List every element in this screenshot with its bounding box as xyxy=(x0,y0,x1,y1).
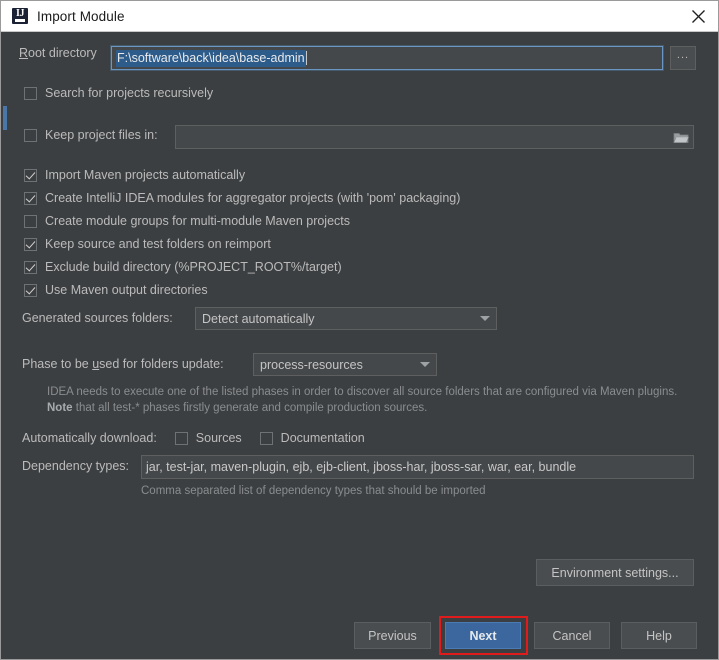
create-idea-modules-for-aggregator-projects-checkbox[interactable] xyxy=(24,191,37,205)
next-button[interactable]: Next xyxy=(445,622,521,649)
generated-sources-row: Generated sources folders: xyxy=(22,311,173,325)
close-glyph xyxy=(691,9,705,23)
generated-sources-combobox[interactable]: Detect automatically xyxy=(195,307,497,330)
automatically-download-row: Automatically download: Sources Document… xyxy=(22,431,365,445)
chevron-down-icon xyxy=(480,316,490,321)
exclude-build-directory-label: Exclude build directory (%PROJECT_ROOT%/… xyxy=(45,260,342,274)
option-row-2[interactable]: Create module groups for multi-module Ma… xyxy=(24,214,350,228)
dependency-types-label: Dependency types: xyxy=(22,459,130,473)
download-sources-checkbox[interactable] xyxy=(174,431,188,445)
root-directory-value: F:\software\back\idea\base-admin xyxy=(116,49,306,67)
dependency-types-input[interactable]: jar, test-jar, maven-plugin, ejb, ejb-cl… xyxy=(141,455,694,479)
search-recursively-row[interactable]: Search for projects recursively xyxy=(24,86,213,100)
next-button-label: Next xyxy=(469,628,497,643)
import-maven-projects-automatically-label: Import Maven projects automatically xyxy=(45,168,246,182)
exclude-build-directory-checkbox[interactable] xyxy=(24,260,37,274)
dialog-titlebar: IJ Import Module xyxy=(1,1,718,32)
phase-combobox[interactable]: process-resources xyxy=(253,353,437,376)
phase-hint-note-bold: Note xyxy=(47,402,73,414)
dependency-types-value: jar, test-jar, maven-plugin, ejb, ejb-cl… xyxy=(146,460,577,474)
create-module-groups-checkbox[interactable] xyxy=(24,214,37,228)
phase-value: process-resources xyxy=(260,357,363,372)
generated-sources-value: Detect automatically xyxy=(202,311,315,326)
search-recursively-label: Search for projects recursively xyxy=(45,86,214,100)
chevron-down-icon xyxy=(420,362,430,367)
dependency-types-hint: Comma separated list of dependency types… xyxy=(141,485,486,497)
download-documentation-label: Documentation xyxy=(280,431,365,445)
import-module-dialog: IJ Import Module Root directory F:\softw… xyxy=(0,0,719,660)
phase-row: Phase to be used for folders update: xyxy=(22,357,224,371)
option-row-0[interactable]: Import Maven projects automatically xyxy=(24,168,245,182)
dialog-body: Root directory F:\software\back\idea\bas… xyxy=(1,32,718,659)
phase-hint-text: IDEA needs to execute one of the listed … xyxy=(47,384,707,416)
dependency-types-row: Dependency types: xyxy=(22,459,129,473)
search-recursively-checkbox[interactable] xyxy=(24,86,37,100)
close-icon[interactable] xyxy=(676,1,718,31)
keep-project-files-input[interactable] xyxy=(175,125,694,149)
phase-hint-line1: IDEA needs to execute one of the listed … xyxy=(47,386,678,398)
create-module-groups-label: Create module groups for multi-module Ma… xyxy=(45,214,351,228)
ellipsis-icon: ... xyxy=(676,49,690,61)
keep-project-files-label: Keep project files in: xyxy=(45,128,158,142)
root-directory-label: Root directory xyxy=(19,46,97,60)
option-row-3[interactable]: Keep source and test folders on reimport xyxy=(24,237,271,251)
previous-button-label: Previous xyxy=(368,628,417,643)
automatically-download-label: Automatically download: xyxy=(22,431,157,445)
environment-settings-label: Environment settings... xyxy=(551,565,679,580)
option-row-1[interactable]: Create IntelliJ IDEA modules for aggrega… xyxy=(24,191,460,205)
phase-hint-line2: that all test-* phases firstly generate … xyxy=(72,402,428,414)
folder-glyph xyxy=(673,132,690,143)
download-documentation-checkbox[interactable] xyxy=(259,431,273,445)
intellij-idea-icon: IJ xyxy=(12,8,28,24)
generated-sources-label: Generated sources folders: xyxy=(22,311,173,325)
left-accent-strip xyxy=(3,106,7,130)
environment-settings-button[interactable]: Environment settings... xyxy=(536,559,694,586)
folder-icon[interactable] xyxy=(673,131,690,144)
phase-label: Phase to be used for folders update: xyxy=(22,357,224,371)
option-row-4[interactable]: Exclude build directory (%PROJECT_ROOT%/… xyxy=(24,260,342,274)
keep-project-files-row[interactable]: Keep project files in: xyxy=(24,128,158,142)
cancel-button-label: Cancel xyxy=(552,628,592,643)
root-directory-browse-button[interactable]: ... xyxy=(670,46,696,70)
keep-source-and-test-folders-checkbox[interactable] xyxy=(24,237,37,251)
dialog-title: Import Module xyxy=(37,8,125,24)
import-maven-projects-automatically-checkbox[interactable] xyxy=(24,168,37,182)
root-directory-row: Root directory xyxy=(19,46,97,60)
cancel-button[interactable]: Cancel xyxy=(534,622,610,649)
download-sources-label: Sources xyxy=(195,431,242,445)
help-button[interactable]: Help xyxy=(621,622,697,649)
use-maven-output-directories-label: Use Maven output directories xyxy=(45,283,208,297)
help-button-label: Help xyxy=(646,628,672,643)
keep-project-files-checkbox[interactable] xyxy=(24,128,37,142)
create-idea-modules-for-aggregator-projects-label: Create IntelliJ IDEA modules for aggrega… xyxy=(45,191,461,205)
keep-source-and-test-folders-label: Keep source and test folders on reimport xyxy=(45,237,271,251)
root-directory-input[interactable]: F:\software\back\idea\base-admin xyxy=(111,46,663,70)
previous-button[interactable]: Previous xyxy=(354,622,431,649)
option-row-5[interactable]: Use Maven output directories xyxy=(24,283,208,297)
use-maven-output-directories-checkbox[interactable] xyxy=(24,283,37,297)
